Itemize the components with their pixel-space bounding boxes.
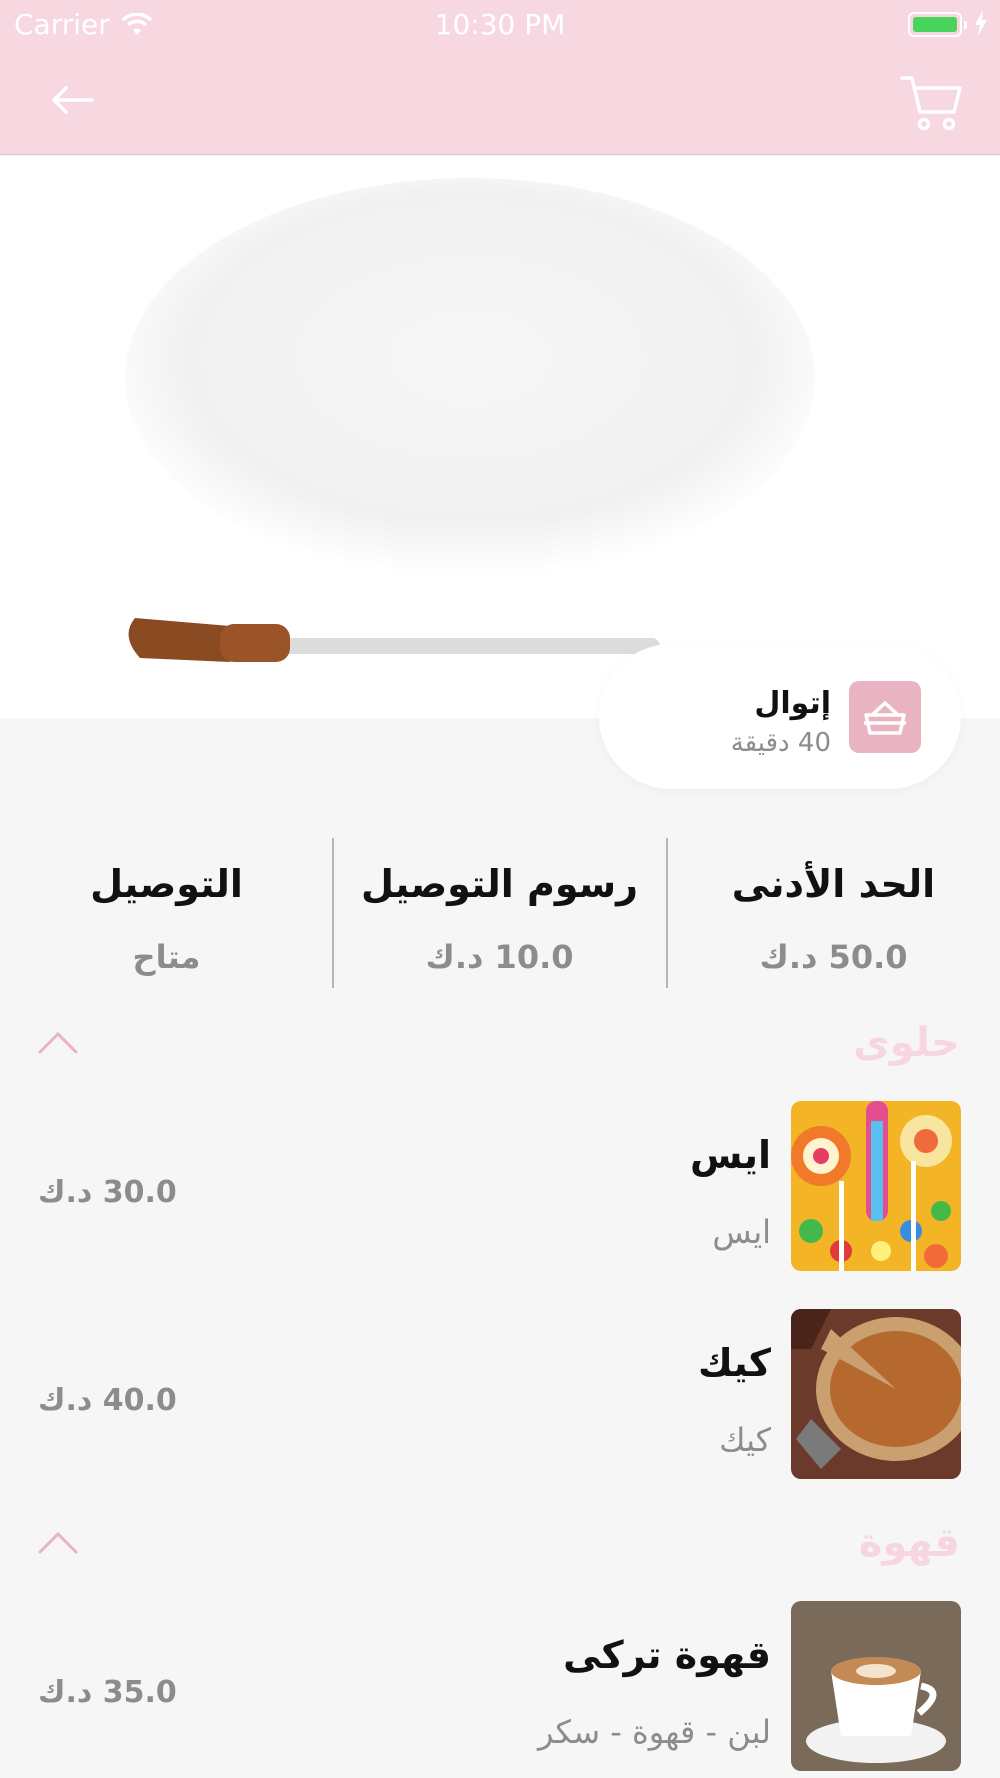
cotton-candy-image xyxy=(125,178,815,662)
stat-title: رسوم التوصيل xyxy=(361,862,638,906)
back-button[interactable] xyxy=(46,76,98,128)
product-name: قهوة تركى xyxy=(563,1633,771,1677)
store-name: إتوال xyxy=(754,686,831,721)
product-name: كيك xyxy=(698,1341,771,1385)
arrow-left-icon xyxy=(52,86,94,114)
product-description: ايس xyxy=(712,1213,771,1251)
product-image xyxy=(791,1309,961,1479)
pot-icon xyxy=(864,701,906,735)
stat-title: التوصيل xyxy=(90,862,243,906)
stat-title: الحد الأدنى xyxy=(731,862,936,906)
stat-delivery: التوصيل متاح xyxy=(0,838,333,990)
battery-icon xyxy=(908,12,967,37)
collapse-chevron-up-icon[interactable] xyxy=(38,1030,78,1054)
product-price: 35.0 د.ك xyxy=(38,1675,177,1710)
product-item-turkish-coffee[interactable]: قهوة تركى لبن - قهوة - سكر 35.0 د.ك xyxy=(0,1601,1000,1771)
store-delivery-time: 40 دقيقة xyxy=(730,728,831,758)
status-time: 10:30 PM xyxy=(434,8,566,41)
header-bar: Carrier 10:30 PM xyxy=(0,0,1000,155)
product-description: لبن - قهوة - سكر xyxy=(537,1713,771,1751)
store-stats: الحد الأدنى 50.0 د.ك رسوم التوصيل 10.0 د… xyxy=(0,838,1000,990)
collapse-chevron-up-icon[interactable] xyxy=(38,1530,78,1554)
product-description: كيك xyxy=(719,1421,771,1459)
product-item-cake[interactable]: كيك كيك 40.0 د.ك xyxy=(0,1309,1000,1479)
charging-icon xyxy=(975,10,987,36)
store-logo xyxy=(849,681,921,753)
stat-delivery-fee: رسوم التوصيل 10.0 د.ك xyxy=(333,838,666,990)
section-title-coffee: قهوة xyxy=(858,1520,960,1566)
stat-value: 50.0 د.ك xyxy=(759,938,908,976)
product-price: 40.0 د.ك xyxy=(38,1383,177,1418)
stat-divider xyxy=(666,838,668,988)
product-image xyxy=(791,1601,961,1771)
product-price: 30.0 د.ك xyxy=(38,1175,177,1210)
cart-icon xyxy=(900,76,962,131)
product-name: ايس xyxy=(689,1133,771,1177)
store-info-card: إتوال 40 دقيقة xyxy=(599,644,961,789)
store-hero-image xyxy=(0,156,1000,718)
stat-value: 10.0 د.ك xyxy=(425,938,574,976)
section-title-sweets: حلوى xyxy=(853,1020,960,1066)
product-item-ice[interactable]: ايس ايس 30.0 د.ك xyxy=(0,1101,1000,1271)
stat-value: متاح xyxy=(132,938,201,976)
product-image xyxy=(791,1101,961,1271)
cart-button[interactable] xyxy=(900,72,962,132)
stat-minimum-order: الحد الأدنى 50.0 د.ك xyxy=(667,838,1000,990)
